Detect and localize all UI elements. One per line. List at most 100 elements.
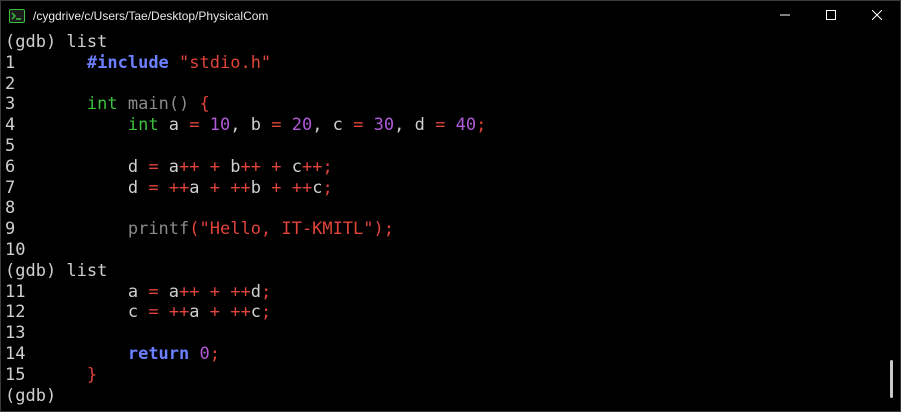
gdb-prompt: (gdb): [5, 385, 57, 406]
line-number: 3: [5, 94, 16, 115]
line-number: 6: [5, 156, 16, 177]
terminal-line: 4 int a = 10, b = 20, c = 30, d = 40;: [5, 115, 881, 136]
code-token: +: [209, 177, 221, 198]
minimize-button[interactable]: [762, 1, 808, 31]
line-number: 4: [5, 115, 16, 136]
code-token: ;: [209, 343, 221, 364]
code-token: , b: [230, 115, 272, 136]
code-token: =: [148, 177, 159, 198]
terminal-icon: [9, 8, 25, 24]
code-token: 20: [291, 115, 313, 136]
code-token: ++: [179, 281, 200, 302]
title-bar[interactable]: /cygdrive/c/Users/Tae/Desktop/PhysicalCo…: [1, 1, 900, 31]
terminal-line: 7 d = ++a + ++b + ++c;: [5, 178, 881, 199]
gdb-prompt: (gdb) list: [5, 260, 108, 281]
code-token: {: [199, 94, 210, 115]
terminal-window: /cygdrive/c/Users/Tae/Desktop/PhysicalCo…: [0, 0, 901, 412]
code-token: a: [189, 177, 210, 198]
terminal-line: 1 #include "stdio.h": [5, 53, 881, 74]
maximize-button[interactable]: [808, 1, 854, 31]
terminal-line: 2: [5, 74, 881, 95]
terminal-line: 3 int main() {: [5, 94, 881, 115]
code-token: =: [148, 302, 159, 323]
terminal-line: 8: [5, 198, 881, 219]
code-token: int: [127, 115, 159, 136]
code-token: , d: [394, 115, 436, 136]
code-token: ++: [168, 302, 190, 323]
code-token: c: [281, 156, 302, 177]
code-token: =: [353, 115, 364, 136]
line-number: 15: [5, 364, 26, 385]
code-token: b: [220, 156, 241, 177]
code-token: "stdio.h": [179, 52, 272, 73]
code-token: c: [250, 302, 262, 323]
code-token: +: [209, 156, 221, 177]
code-token: c: [25, 302, 149, 323]
code-token: ++: [230, 302, 251, 323]
line-number: 14: [5, 343, 26, 364]
code-token: ;: [322, 177, 333, 198]
code-token: printf: [127, 219, 190, 240]
code-token: , c: [312, 115, 354, 136]
close-icon: [871, 9, 883, 23]
terminal-output[interactable]: (gdb) list 1 #include "stdio.h" 2 3 int mai…: [5, 32, 881, 411]
code-token: d: [15, 177, 149, 198]
terminal-line: 15 }: [5, 365, 881, 386]
code-token: (: [189, 219, 200, 240]
vertical-scrollbar[interactable]: [882, 32, 900, 411]
line-number: 1: [5, 52, 16, 73]
gdb-prompt: (gdb) list: [5, 32, 108, 52]
line-number: 2: [5, 73, 16, 94]
code-token: ++: [179, 156, 200, 177]
scrollbar-thumb[interactable]: [890, 360, 893, 398]
line-number: 8: [5, 198, 16, 219]
terminal-line: 6 d = a++ + b++ + c++;: [5, 157, 881, 178]
minimize-icon: [780, 9, 790, 23]
terminal-line: 12 c = ++a + ++c;: [5, 302, 881, 323]
code-token: a: [189, 302, 210, 323]
maximize-icon: [826, 9, 836, 23]
code-token: +: [271, 177, 282, 198]
terminal-line: (gdb): [5, 386, 881, 407]
terminal-line: 10: [5, 240, 881, 261]
code-token: b: [250, 177, 272, 198]
code-token: =: [148, 156, 159, 177]
code-token: a: [25, 281, 149, 302]
code-token: a: [158, 156, 180, 177]
code-token: int: [86, 94, 118, 115]
line-number: 10: [5, 239, 26, 260]
line-number: 9: [5, 219, 16, 240]
window-title: /cygdrive/c/Users/Tae/Desktop/PhysicalCo…: [33, 9, 269, 23]
line-number: 11: [5, 281, 26, 302]
code-token: =: [189, 115, 200, 136]
close-button[interactable]: [854, 1, 900, 31]
code-token: main(): [127, 94, 200, 115]
code-token: 40: [455, 115, 477, 136]
code-token: );: [373, 219, 394, 240]
code-token: 10: [209, 115, 231, 136]
code-token: +: [271, 156, 282, 177]
code-token: ;: [261, 302, 272, 323]
code-token: 0: [199, 343, 210, 364]
code-token: =: [271, 115, 282, 136]
code-token: =: [435, 115, 446, 136]
code-token: ++: [230, 177, 251, 198]
code-token: =: [148, 281, 159, 302]
window-controls: [762, 1, 900, 31]
